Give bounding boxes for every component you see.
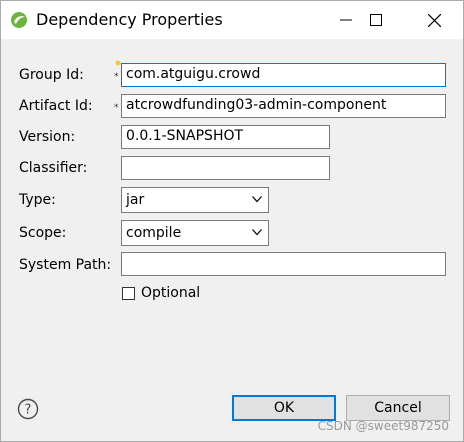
dependency-properties-dialog: Dependency Properties Group Id: * com.at… [0, 0, 464, 442]
group-id-input[interactable]: com.atguigu.crowd [121, 63, 446, 87]
watermark: CSDN @sweet987250 [317, 419, 449, 433]
artifact-id-label: Artifact Id: [19, 98, 93, 114]
close-icon [427, 13, 441, 27]
scope-select-value: compile [126, 225, 182, 241]
chevron-down-icon [252, 196, 262, 203]
svg-text:?: ? [25, 403, 32, 418]
maximize-button[interactable] [353, 1, 399, 39]
classifier-input[interactable] [121, 156, 330, 180]
required-marker: * [114, 103, 119, 113]
classifier-label: Classifier: [19, 160, 88, 176]
artifact-id-input[interactable]: atcrowdfunding03-admin-component [121, 94, 446, 118]
title-bar: Dependency Properties [1, 1, 463, 39]
optional-label[interactable]: Optional [141, 285, 200, 301]
version-input[interactable]: 0.0.1-SNAPSHOT [121, 125, 330, 149]
window-title: Dependency Properties [36, 10, 223, 29]
scope-label: Scope: [19, 225, 67, 241]
chevron-down-icon [252, 229, 262, 236]
required-marker: * [114, 72, 119, 82]
type-select[interactable]: jar [121, 187, 269, 213]
type-select-value: jar [126, 192, 145, 208]
system-path-input[interactable] [121, 252, 446, 276]
optional-checkbox[interactable] [122, 287, 135, 300]
system-path-label: System Path: [19, 257, 112, 273]
group-id-label: Group Id: [19, 67, 84, 83]
minimize-icon [340, 19, 352, 21]
scope-select[interactable]: compile [121, 220, 269, 246]
type-label: Type: [19, 192, 56, 208]
help-icon[interactable]: ? [17, 398, 39, 420]
version-label: Version: [19, 129, 76, 145]
ok-button[interactable]: OK [232, 395, 336, 421]
eclipse-icon [11, 12, 27, 28]
cancel-button[interactable]: Cancel [346, 395, 450, 421]
maximize-icon [370, 14, 382, 26]
close-button[interactable] [411, 1, 457, 39]
